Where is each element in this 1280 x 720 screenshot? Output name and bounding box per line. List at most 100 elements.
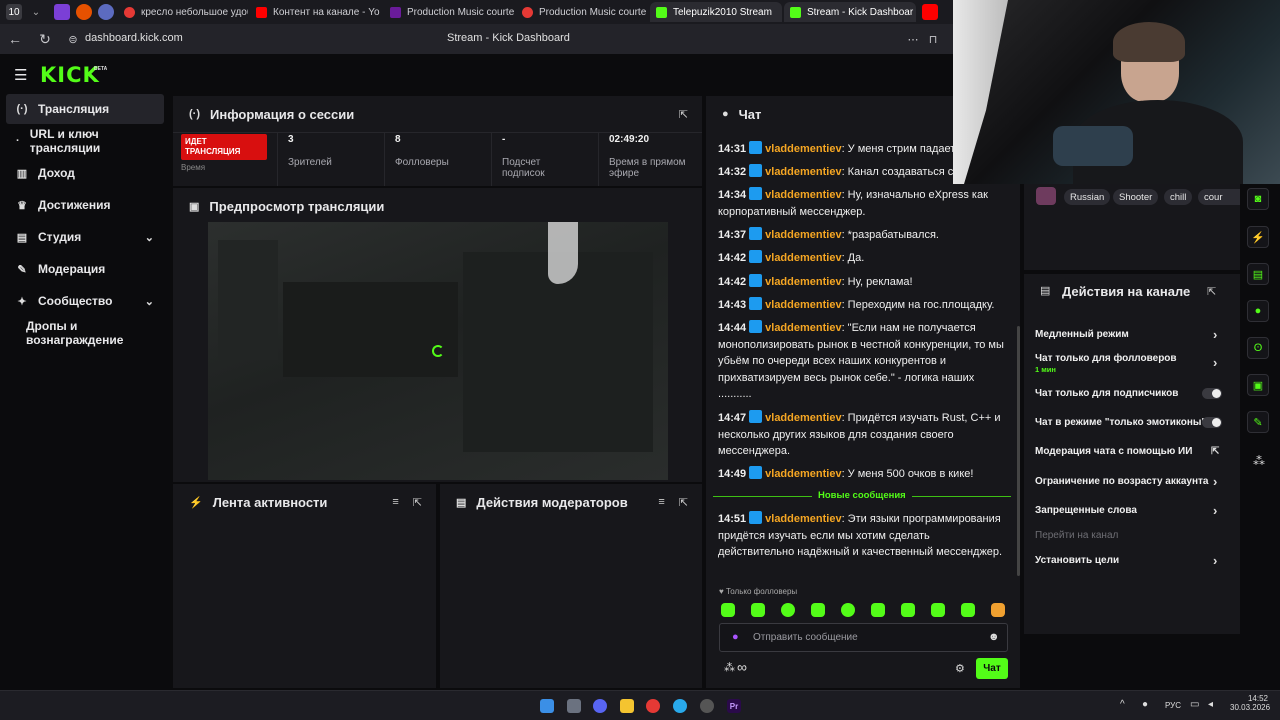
- emote-icon[interactable]: [751, 603, 765, 617]
- more-icon[interactable]: ⋯: [904, 30, 922, 48]
- clipboard-icon[interactable]: ▤: [1247, 263, 1269, 285]
- camera-icon[interactable]: ◙: [1247, 188, 1269, 210]
- reload-icon[interactable]: ↻: [36, 30, 54, 48]
- sidebar-item-broadcast[interactable]: (·) Трансляция: [6, 94, 164, 124]
- tab-favicon-icon[interactable]: [922, 4, 938, 20]
- emote-icon[interactable]: [841, 603, 855, 617]
- clock[interactable]: 14:52 30.03.2026: [1230, 694, 1270, 712]
- video-icon[interactable]: ▣: [1247, 374, 1269, 396]
- windows-start-icon[interactable]: [540, 699, 554, 713]
- set-goals-row[interactable]: Установить цели ›: [1035, 553, 1217, 568]
- community-icon[interactable]: ⁂: [1253, 454, 1265, 468]
- chevron-down-icon[interactable]: ⌄: [28, 4, 44, 20]
- back-arrow-icon[interactable]: ←: [6, 30, 24, 48]
- premiere-icon[interactable]: Pr: [727, 699, 741, 713]
- browser-tab[interactable]: Production Music courtes: [384, 2, 514, 22]
- age-restriction-row[interactable]: Ограничение по возрасту аккаунта ›: [1035, 474, 1217, 489]
- sidebar-item-community[interactable]: ✦ Сообщество ⌄: [6, 286, 164, 316]
- message-username[interactable]: vladdementiev: [765, 468, 841, 480]
- popout-icon[interactable]: ⇱: [679, 108, 688, 121]
- video-icon: ▣: [189, 200, 200, 213]
- url-field[interactable]: dashboard.kick.com: [85, 32, 183, 44]
- tag-chip[interactable]: Russian: [1064, 189, 1111, 205]
- community-icon[interactable]: ⁂: [724, 661, 735, 674]
- language-indicator[interactable]: РУС: [1165, 701, 1181, 710]
- pinned-tab-icon[interactable]: [98, 4, 114, 20]
- discord-icon[interactable]: [593, 699, 607, 713]
- go-to-channel-link[interactable]: Перейти на канал: [1035, 530, 1118, 541]
- chat-bubble-icon[interactable]: ●: [1247, 300, 1269, 322]
- browser-tab[interactable]: кресло небольшое удобн: [118, 2, 248, 22]
- broadcast-icon[interactable]: ʘ: [1247, 337, 1269, 359]
- stream-preview-video[interactable]: [208, 222, 668, 480]
- pinned-tab-icon[interactable]: [76, 4, 92, 20]
- bookmark-icon[interactable]: ⊓: [924, 30, 942, 48]
- chat-scrollbar[interactable]: [1017, 326, 1020, 576]
- browser-tab[interactable]: Production Music courtes: [516, 2, 646, 22]
- chat-input[interactable]: ● Отправить сообщение ☻: [719, 623, 1008, 652]
- browser-tab-active[interactable]: Stream - Kick Dashboar✕: [784, 2, 916, 22]
- site-info-icon[interactable]: ⊜: [64, 30, 82, 48]
- send-chat-button[interactable]: Чат: [976, 658, 1008, 679]
- popout-icon[interactable]: ⇱: [679, 496, 688, 509]
- message-username[interactable]: vladdementiev: [765, 166, 841, 178]
- message-username[interactable]: vladdementiev: [765, 513, 841, 525]
- subscribers-only-toggle[interactable]: [1202, 388, 1222, 399]
- message-username[interactable]: vladdementiev: [765, 276, 841, 288]
- followers-only-row[interactable]: Чат только для фолловеров 1 мин ›: [1035, 353, 1217, 374]
- message-username[interactable]: vladdementiev: [765, 412, 841, 424]
- tag-chip[interactable]: chill: [1164, 189, 1193, 205]
- browser-tab[interactable]: Контент на канале - YouT: [250, 2, 380, 22]
- kick-logo[interactable]: KICK: [40, 63, 100, 87]
- emote-icon[interactable]: [961, 603, 975, 617]
- network-icon[interactable]: ▭: [1190, 699, 1199, 710]
- volume-icon[interactable]: ◂: [1208, 699, 1213, 710]
- lightning-icon[interactable]: ⚡: [1247, 226, 1269, 248]
- sidebar-item-moderation[interactable]: ✎ Модерация: [6, 254, 164, 284]
- gear-icon[interactable]: ⚙: [955, 662, 965, 675]
- popout-icon[interactable]: ⇱: [413, 496, 422, 509]
- message-username[interactable]: vladdementiev: [765, 322, 841, 334]
- message-username[interactable]: vladdementiev: [765, 229, 841, 241]
- emote-icon[interactable]: [931, 603, 945, 617]
- emote-icon[interactable]: [991, 603, 1005, 617]
- slow-mode-row[interactable]: Медленный режим ›: [1035, 327, 1217, 342]
- emote-icon[interactable]: [811, 603, 825, 617]
- hamburger-menu-icon[interactable]: ☰: [14, 66, 27, 84]
- chevron-up-icon[interactable]: ^: [1120, 699, 1125, 710]
- tag-chip[interactable]: Shooter: [1113, 189, 1159, 205]
- message-username[interactable]: vladdementiev: [765, 143, 841, 155]
- telegram-icon[interactable]: [673, 699, 687, 713]
- emoji-icon[interactable]: ☻: [988, 631, 1000, 643]
- obs-icon[interactable]: [700, 699, 714, 713]
- emote-icon[interactable]: [721, 603, 735, 617]
- tab-count-badge[interactable]: 10: [6, 4, 22, 20]
- filter-icon[interactable]: ≡: [392, 496, 398, 509]
- emote-icon[interactable]: [781, 603, 795, 617]
- emote-icon[interactable]: [871, 603, 885, 617]
- wrench-icon[interactable]: ✎: [1247, 411, 1269, 433]
- popout-icon[interactable]: ⇱: [1207, 285, 1216, 298]
- pinned-tab-icon[interactable]: [54, 4, 70, 20]
- message-username[interactable]: vladdementiev: [765, 252, 841, 264]
- category-thumbnail[interactable]: [1036, 187, 1056, 205]
- tag-chip[interactable]: cour: [1198, 189, 1240, 205]
- yandex-browser-icon[interactable]: [646, 699, 660, 713]
- emotes-only-toggle[interactable]: [1202, 417, 1222, 428]
- message-username[interactable]: vladdementiev: [765, 189, 841, 201]
- sidebar-item-drops[interactable]: Дропы и вознаграждение: [6, 318, 164, 348]
- sidebar-item-studio[interactable]: ▤ Студия ⌄: [6, 222, 164, 252]
- calculator-icon[interactable]: [567, 699, 581, 713]
- filter-icon[interactable]: ≡: [658, 496, 664, 509]
- emote-icon[interactable]: [901, 603, 915, 617]
- sidebar-item-income[interactable]: ▥ Доход: [6, 158, 164, 188]
- microphone-icon[interactable]: ●: [732, 631, 739, 643]
- browser-tab[interactable]: Telepuzik2010 Stream✕: [650, 2, 782, 22]
- sidebar-item-achievements[interactable]: ♛ Достижения: [6, 190, 164, 220]
- sidebar-item-stream-key[interactable]: · URL и ключ трансляции: [6, 126, 164, 156]
- message-username[interactable]: vladdementiev: [765, 299, 841, 311]
- microphone-icon[interactable]: ●: [1142, 699, 1148, 710]
- ai-moderation-row[interactable]: Модерация чата с помощью ИИ ⇱: [1035, 446, 1219, 457]
- banned-words-row[interactable]: Запрещенные слова ›: [1035, 503, 1217, 518]
- folder-icon[interactable]: [620, 699, 634, 713]
